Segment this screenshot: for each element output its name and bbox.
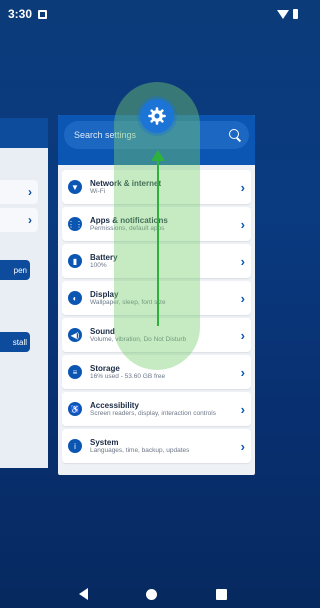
settings-item-title: Accessibility xyxy=(90,401,139,410)
settings-gear-icon[interactable] xyxy=(140,99,174,133)
swipe-up-arrow-line xyxy=(157,160,159,326)
home-icon[interactable] xyxy=(146,588,158,600)
status-time: 3:30 xyxy=(8,7,33,21)
settings-item-title: System xyxy=(90,438,119,447)
chevron-right-icon: › xyxy=(240,327,245,343)
recents-icon[interactable] xyxy=(215,588,227,600)
chevron-right-icon: › xyxy=(240,438,245,454)
chevron-right-icon: › xyxy=(240,290,245,306)
install-button: stall xyxy=(0,332,30,352)
chevron-right-icon: › xyxy=(28,185,32,199)
wifi-icon: ▼ xyxy=(68,180,82,194)
status-icons xyxy=(277,9,298,19)
settings-item-text: Accessibility Screen readers, display, in… xyxy=(90,401,237,417)
chevron-right-icon: › xyxy=(240,401,245,417)
back-icon[interactable] xyxy=(79,588,89,600)
battery-icon: ▮ xyxy=(68,254,82,268)
storage-icon: ≡ xyxy=(68,365,82,379)
recent-app-row: › xyxy=(0,208,38,232)
wifi-signal-icon xyxy=(277,9,289,19)
settings-item-accessibility[interactable]: ♿ Accessibility Screen readers, display, i… xyxy=(62,392,251,426)
settings-item-subtitle: 16% used - 53.60 GB free xyxy=(90,373,166,380)
recent-app-header xyxy=(0,118,48,148)
apps-icon: ⋮⋮ xyxy=(67,217,83,231)
open-button: pen xyxy=(0,260,30,280)
accessibility-icon: ♿ xyxy=(68,402,82,416)
recent-app-card-previous[interactable]: › › pen stall xyxy=(0,118,48,468)
chevron-right-icon: › xyxy=(240,253,245,269)
info-icon: i xyxy=(68,439,82,453)
settings-item-system[interactable]: i System Languages, time, backup, updates › xyxy=(62,429,251,463)
image-notification-icon xyxy=(38,9,48,19)
chevron-right-icon: › xyxy=(240,364,245,380)
swipe-up-arrow-icon xyxy=(151,150,165,161)
settings-item-text: System Languages, time, backup, updates xyxy=(90,438,237,454)
chevron-right-icon: › xyxy=(240,179,245,195)
settings-item-subtitle: Screen readers, display, interaction con… xyxy=(90,410,216,417)
display-icon: ◐ xyxy=(68,291,82,305)
status-bar: 3:30 xyxy=(0,0,306,28)
settings-item-subtitle: Languages, time, backup, updates xyxy=(90,447,190,454)
volume-icon: ◀) xyxy=(68,328,82,342)
battery-status-icon xyxy=(293,9,298,19)
navigation-bar xyxy=(0,580,306,608)
recent-app-row: › xyxy=(0,180,38,204)
search-icon[interactable] xyxy=(229,129,241,141)
chevron-right-icon: › xyxy=(28,213,32,227)
chevron-right-icon: › xyxy=(240,216,245,232)
gear-icon xyxy=(148,107,166,125)
